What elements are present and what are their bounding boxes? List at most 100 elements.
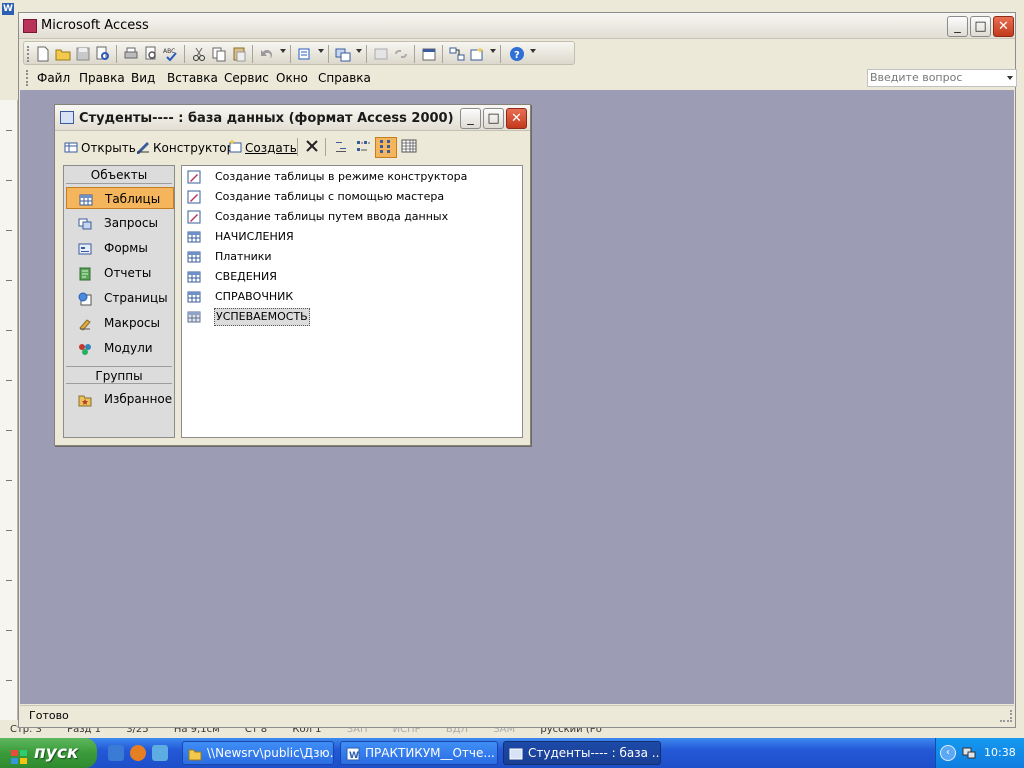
delete-icon	[304, 138, 320, 159]
table-icon	[186, 269, 202, 285]
object-reports[interactable]: Отчеты	[66, 262, 174, 284]
minimize-button[interactable]: _	[947, 16, 968, 37]
delete-button[interactable]	[304, 138, 322, 156]
ask-dropdown-icon[interactable]	[1007, 76, 1013, 80]
resize-grip[interactable]	[1000, 710, 1012, 722]
word-app-icon: W	[2, 3, 14, 15]
query-icon	[78, 216, 92, 230]
task-explorer[interactable]: \\Newsrv\public\Дзю...	[182, 741, 334, 765]
large-icons-button[interactable]	[333, 138, 351, 156]
office-links-icon[interactable]	[296, 45, 314, 63]
ask-question-placeholder: Введите вопрос	[870, 71, 963, 84]
list-view-button[interactable]	[375, 137, 397, 158]
new-icon[interactable]	[34, 45, 52, 63]
media-player-icon[interactable]	[130, 745, 146, 761]
print-preview-icon[interactable]	[142, 45, 160, 63]
object-tables[interactable]: Таблицы	[66, 187, 174, 209]
paste-icon[interactable]	[230, 45, 248, 63]
small-icons-button[interactable]	[355, 138, 373, 156]
menu-help[interactable]: Справка	[318, 71, 371, 85]
toolbar-options-icon[interactable]	[530, 49, 536, 53]
object-pages[interactable]: Страницы	[66, 287, 174, 309]
file-search-icon[interactable]	[94, 45, 112, 63]
table-name: НАЧИСЛЕНИЯ	[215, 230, 294, 243]
maximize-button[interactable]: □	[970, 16, 991, 37]
menu-edit[interactable]: Правка	[79, 71, 125, 85]
menu-tools[interactable]: Сервис	[224, 71, 269, 85]
link-icon[interactable]	[392, 45, 410, 63]
design-icon	[135, 138, 151, 159]
create-icon	[227, 138, 243, 159]
menubar-grip[interactable]	[26, 70, 29, 86]
create-button[interactable]: Создать	[227, 138, 297, 156]
clock: 10:38	[984, 746, 1016, 759]
object-macros[interactable]: Макросы	[66, 312, 174, 334]
design-label: Конструктор	[153, 141, 235, 155]
open-label: Открыть	[81, 141, 136, 155]
form-icon	[78, 241, 92, 255]
svg-text:ABC: ABC	[163, 48, 175, 55]
internet-explorer-icon[interactable]	[108, 745, 124, 761]
open-button[interactable]: Открыть	[63, 138, 136, 156]
db-minimize-button[interactable]: _	[460, 108, 481, 129]
access-title-bar: Microsoft Access _ □ ✕	[19, 13, 1015, 39]
code-icon[interactable]	[372, 45, 390, 63]
table-icon	[186, 229, 202, 245]
help-icon[interactable]: ?	[508, 45, 526, 63]
copy-icon[interactable]	[210, 45, 228, 63]
task-access[interactable]: Студенты---- : база ...	[503, 741, 661, 765]
list-item-label: Создание таблицы с помощью мастера	[215, 190, 445, 203]
menu-file[interactable]: Файл	[37, 71, 70, 85]
mdi-workspace: Студенты---- : база данных (формат Acces…	[20, 90, 1014, 704]
table-name: УСПЕВАЕМОСТЬ	[214, 308, 310, 326]
office-links-dropdown-icon[interactable]	[318, 49, 324, 53]
wizard-shortcut-icon	[186, 189, 202, 205]
relationships-icon[interactable]	[448, 45, 466, 63]
database-toolbar: ABC ?	[23, 41, 575, 65]
object-queries[interactable]: Запросы	[66, 212, 174, 234]
menu-view[interactable]: Вид	[131, 71, 155, 85]
close-button[interactable]: ✕	[993, 16, 1014, 37]
object-modules[interactable]: Модули	[66, 337, 174, 359]
tables-list: Создание таблицы в режиме конструктора С…	[181, 165, 523, 438]
show-hidden-icons-icon[interactable]: ‹	[940, 745, 956, 761]
properties-icon[interactable]	[420, 45, 438, 63]
new-object-icon[interactable]	[468, 45, 486, 63]
status-bar: Готово	[20, 705, 1014, 725]
groups-header: Группы	[66, 366, 172, 384]
folder-icon	[188, 746, 202, 761]
object-forms[interactable]: Формы	[66, 237, 174, 259]
analyze-icon[interactable]	[334, 45, 352, 63]
save-icon[interactable]	[74, 45, 92, 63]
analyze-dropdown-icon[interactable]	[356, 49, 362, 53]
menu-window[interactable]: Окно	[276, 71, 308, 85]
task-word[interactable]: W ПРАКТИКУМ__Отче...	[340, 741, 498, 765]
new-object-dropdown-icon[interactable]	[490, 49, 496, 53]
group-favorites[interactable]: Избранное	[66, 388, 174, 410]
undo-dropdown-icon[interactable]	[280, 49, 286, 53]
start-button[interactable]: пуск	[0, 738, 97, 768]
db-close-button[interactable]: ✕	[506, 108, 527, 129]
page-icon	[78, 291, 92, 306]
print-icon[interactable]	[122, 45, 140, 63]
spelling-icon[interactable]: ABC	[162, 45, 180, 63]
show-desktop-icon[interactable]	[152, 745, 168, 761]
task-word-label: ПРАКТИКУМ__Отче...	[365, 746, 495, 760]
design-button[interactable]: Конструктор	[135, 138, 234, 156]
undo-icon[interactable]	[258, 45, 276, 63]
database-window-title: Студенты---- : база данных (формат Acces…	[79, 111, 454, 126]
database-icon	[509, 746, 523, 760]
details-view-button[interactable]	[401, 138, 419, 156]
ask-question-box[interactable]: Введите вопрос	[867, 69, 1017, 87]
vertical-ruler	[0, 100, 18, 720]
db-maximize-button[interactable]: □	[483, 108, 504, 129]
network-icon[interactable]	[961, 745, 977, 761]
cut-icon[interactable]	[190, 45, 208, 63]
wizard-shortcut-icon	[186, 209, 202, 225]
toolbar-grip[interactable]	[27, 46, 30, 62]
object-tables-label: Таблицы	[105, 192, 161, 206]
menu-insert[interactable]: Вставка	[167, 71, 218, 85]
svg-text:?: ?	[514, 50, 520, 61]
access-app-icon	[23, 19, 37, 33]
open-folder-icon[interactable]	[54, 45, 72, 63]
